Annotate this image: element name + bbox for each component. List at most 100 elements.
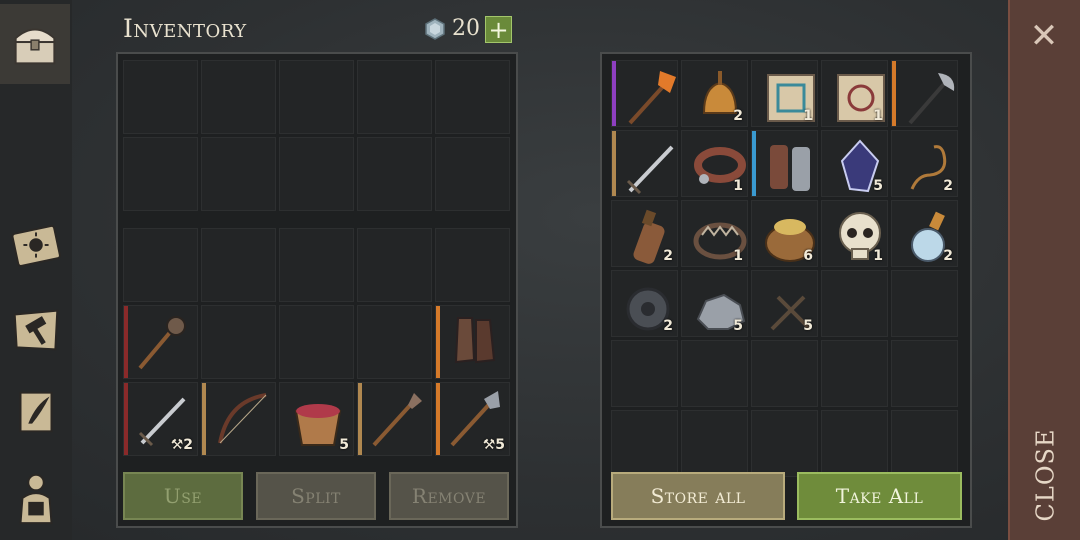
rarity-bar	[124, 306, 128, 378]
gem-icon	[425, 17, 445, 40]
item-quantity: 2	[943, 248, 953, 264]
rarity-bar	[752, 131, 756, 196]
inventory-locked-slot[interactable]	[435, 137, 510, 211]
inventory-slot[interactable]	[357, 305, 432, 379]
storage-slot[interactable]	[821, 270, 888, 337]
rarity-bar	[358, 383, 362, 455]
storage-slot[interactable]: 2	[681, 60, 748, 127]
inventory-locked-slot[interactable]	[279, 137, 354, 211]
inventory-slot[interactable]: ⚒5	[435, 382, 510, 456]
rarity-bar	[612, 131, 616, 196]
storage-slot[interactable]	[821, 410, 888, 477]
storage-slot[interactable]: 5	[681, 270, 748, 337]
storage-slot[interactable]: 5	[821, 130, 888, 197]
storage-slot[interactable]: 1	[821, 200, 888, 267]
storage-slot[interactable]	[751, 410, 818, 477]
store-all-button[interactable]: Store all	[611, 472, 785, 520]
inventory-slot[interactable]	[435, 228, 510, 302]
storage-slot[interactable]: 2	[611, 270, 678, 337]
rarity-bar	[124, 383, 128, 455]
inventory-locked-slot[interactable]	[123, 137, 198, 211]
battle-axe-icon	[908, 73, 955, 125]
close-icon[interactable]: ✕	[1020, 14, 1068, 58]
item-quantity: 2	[943, 178, 953, 194]
rarity-bar	[436, 383, 440, 455]
storage-slot[interactable]	[611, 340, 678, 407]
inventory-slot[interactable]	[201, 305, 276, 379]
storage-slot[interactable]: 1	[681, 200, 748, 267]
storage-slot[interactable]	[891, 410, 958, 477]
storage-slot[interactable]	[611, 60, 678, 127]
item-quantity: 1	[873, 108, 883, 124]
storage-slot[interactable]	[891, 270, 958, 337]
storage-slot[interactable]	[611, 130, 678, 197]
bow-icon	[218, 393, 267, 444]
storage-slot[interactable]: 5	[751, 270, 818, 337]
storage-slot[interactable]: 2	[891, 200, 958, 267]
storage-slot[interactable]	[751, 130, 818, 197]
storage-slot[interactable]	[751, 340, 818, 407]
inventory-locked-slot[interactable]	[201, 137, 276, 211]
inventory-slot[interactable]	[279, 228, 354, 302]
chest-icon	[14, 28, 56, 65]
boots-icon	[454, 317, 496, 364]
rarity-bar	[436, 306, 440, 378]
scroll-quill-icon	[19, 391, 53, 433]
item-quantity: ⚒2	[170, 437, 193, 453]
tab-character[interactable]	[0, 458, 72, 538]
storage-slot[interactable]	[681, 340, 748, 407]
inventory-locked-slot[interactable]	[435, 60, 510, 134]
inventory-locked-slot[interactable]	[123, 60, 198, 134]
inventory-slot[interactable]	[279, 305, 354, 379]
inventory-slot[interactable]	[357, 228, 432, 302]
storage-slot[interactable]	[891, 340, 958, 407]
remove-button[interactable]: Remove	[389, 472, 509, 520]
storage-slot[interactable]	[821, 340, 888, 407]
inventory-slot[interactable]: ⚒2	[123, 382, 198, 456]
storage-slot[interactable]	[611, 410, 678, 477]
inventory-slot[interactable]	[123, 228, 198, 302]
rarity-bar	[892, 61, 896, 126]
character-backpack-icon	[19, 473, 53, 525]
inventory-locked-slot[interactable]	[357, 60, 432, 134]
tab-chest[interactable]	[0, 4, 70, 84]
inventory-slot[interactable]	[201, 228, 276, 302]
rarity-bar	[612, 61, 616, 126]
tab-journal[interactable]	[0, 205, 72, 285]
item-quantity: 1	[733, 248, 743, 264]
inventory-locked-slot[interactable]	[279, 60, 354, 134]
inventory-locked-slot[interactable]	[201, 60, 276, 134]
storage-slot[interactable]	[681, 410, 748, 477]
take-all-button[interactable]: Take All	[797, 472, 962, 520]
storage-slot[interactable]: 6	[751, 200, 818, 267]
close-button[interactable]: CLOSE	[1015, 429, 1075, 522]
gauntlets-icon	[770, 145, 810, 191]
inventory-locked-slot[interactable]	[357, 137, 432, 211]
inventory-slot[interactable]	[435, 305, 510, 379]
storage-slot[interactable]: 2	[611, 200, 678, 267]
tab-crafting[interactable]	[0, 290, 72, 370]
item-quantity: 2	[663, 318, 673, 334]
inventory-locked-grid	[123, 60, 510, 211]
inventory-slot[interactable]: 5	[279, 382, 354, 456]
inventory-screen: Inventory 20 + ⚒2 5 ⚒5 Use Split Remove 2 1…	[0, 0, 1080, 540]
storage-slot[interactable]: 1	[681, 130, 748, 197]
sun-book-icon	[11, 225, 61, 267]
storage-slot[interactable]: 1	[751, 60, 818, 127]
storage-slot[interactable]: 2	[891, 130, 958, 197]
split-button[interactable]: Split	[256, 472, 376, 520]
storage-slot[interactable]: 1	[821, 60, 888, 127]
use-button[interactable]: Use	[123, 472, 243, 520]
storage-slot[interactable]	[891, 60, 958, 127]
inventory-slot[interactable]	[201, 382, 276, 456]
inventory-grid: ⚒2 5 ⚒5	[123, 228, 510, 456]
inventory-slot[interactable]	[357, 382, 432, 456]
close-label: CLOSE	[1031, 428, 1059, 522]
inventory-slot[interactable]	[123, 305, 198, 379]
sidebar	[0, 0, 72, 540]
item-quantity: 1	[873, 248, 883, 264]
buy-gems-button[interactable]: +	[485, 16, 512, 43]
tab-quests[interactable]	[0, 372, 72, 452]
item-quantity: 5	[733, 318, 743, 334]
item-quantity: 1	[803, 108, 813, 124]
